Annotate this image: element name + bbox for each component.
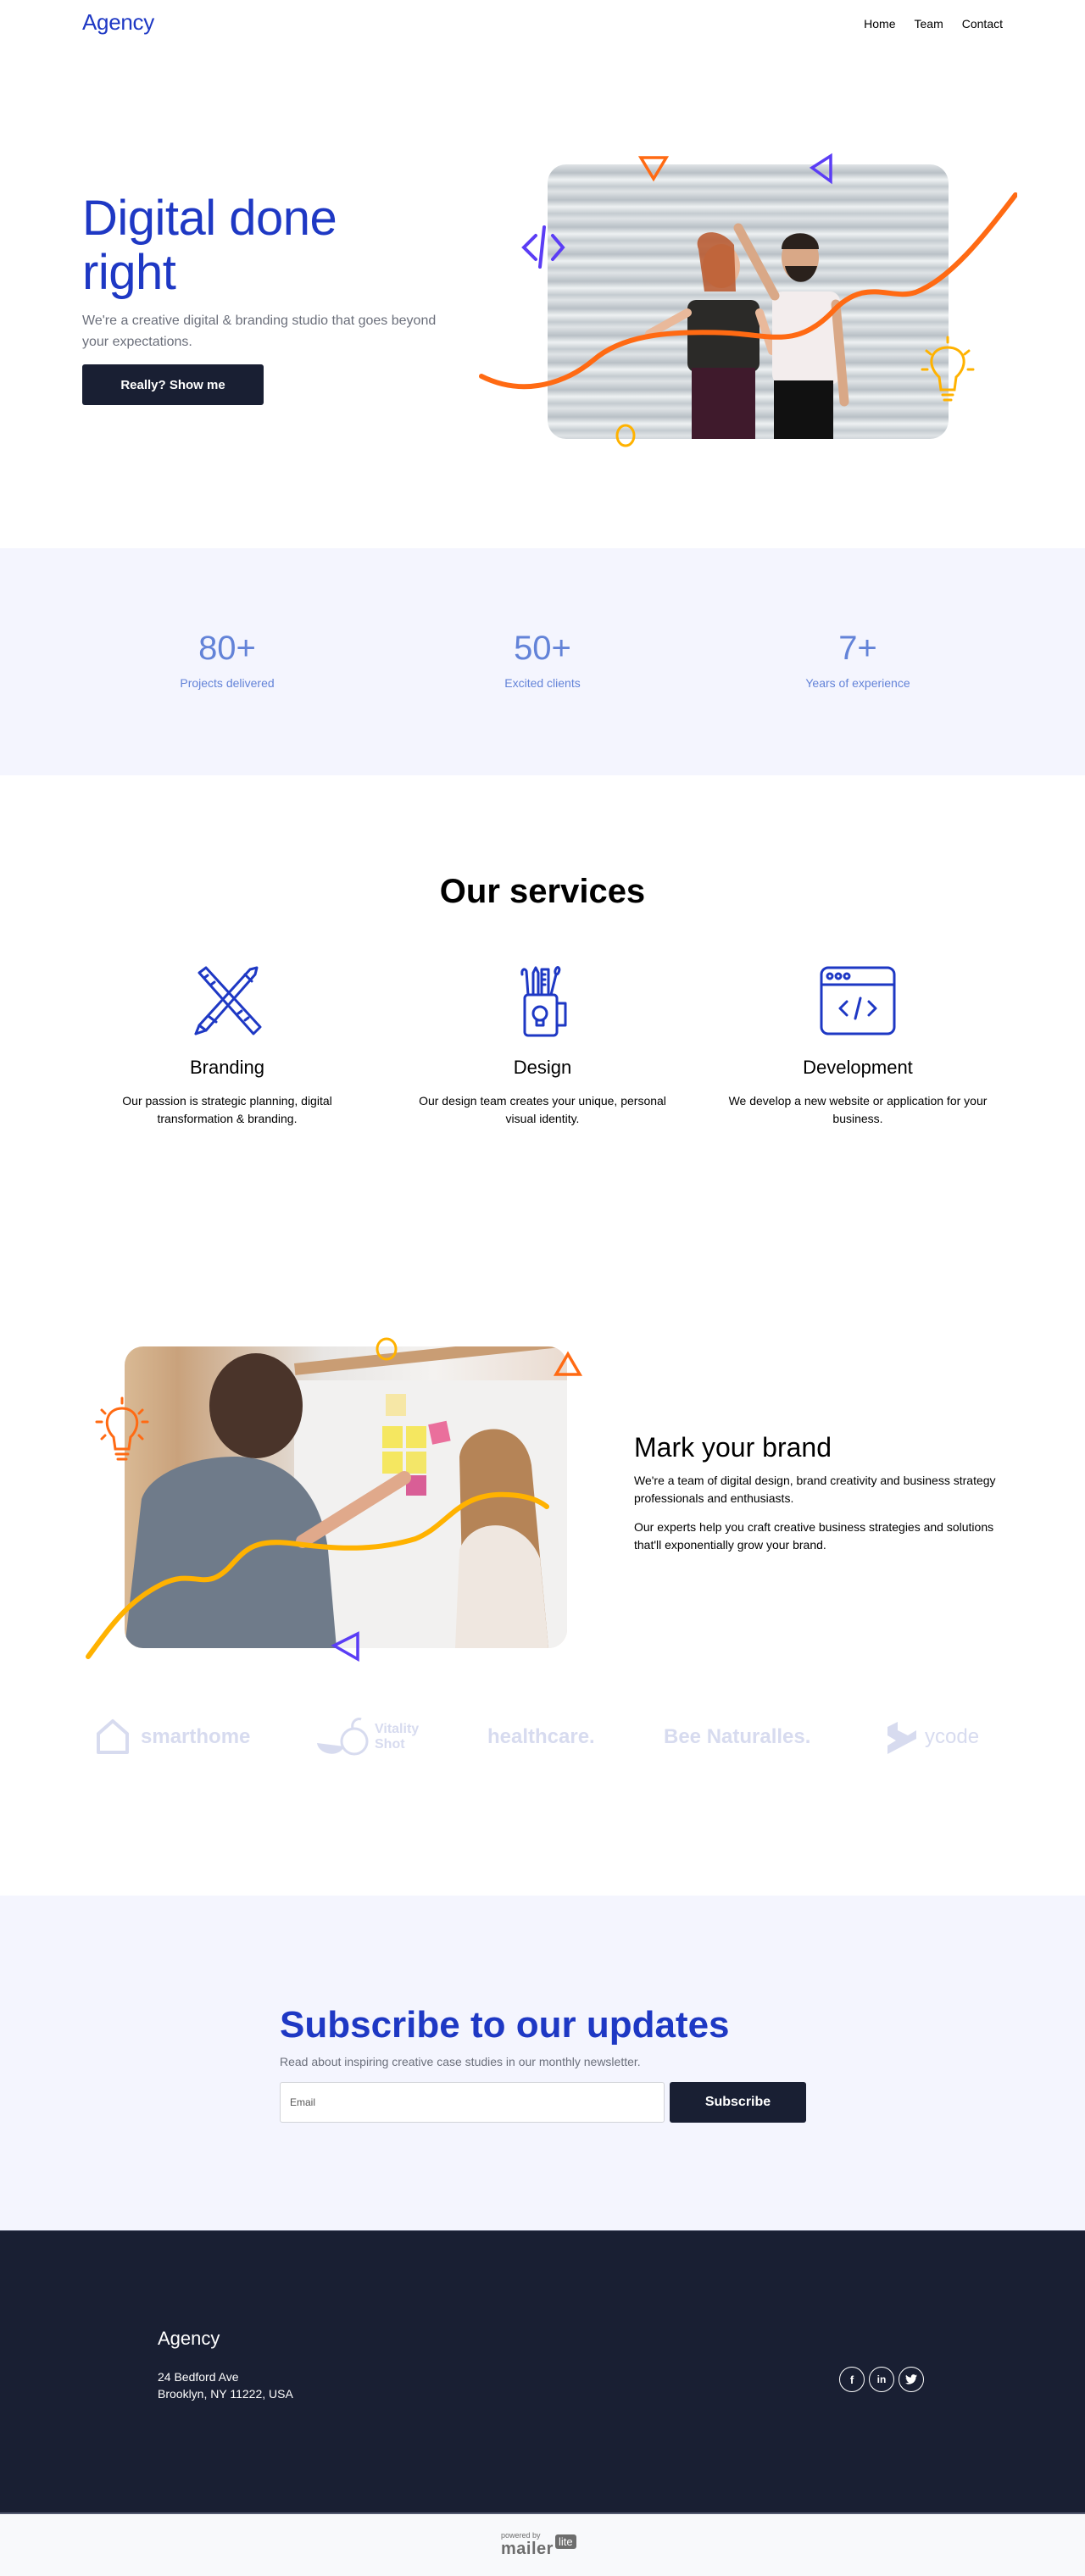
mailer-text: mailer [501, 2540, 554, 2558]
orange-triangle [553, 1351, 583, 1376]
ycode-mark-icon [887, 1722, 916, 1754]
social-links: f in [839, 2367, 924, 2392]
service-title: Branding [189, 1057, 265, 1078]
twitter-icon[interactable] [899, 2367, 924, 2392]
yellow-circle [615, 424, 636, 447]
stat-experience: 7+ Years of experience [731, 629, 985, 690]
yellow-circle [376, 1337, 398, 1361]
linkedin-icon[interactable]: in [869, 2367, 894, 2392]
brand-title: Mark your brand [634, 1432, 832, 1463]
client-logo-text: ycode [925, 1725, 980, 1748]
footer-address: 24 Bedford Ave Brooklyn, NY 11222, USA [158, 2368, 293, 2402]
service-title: Design [513, 1057, 572, 1078]
client-logo-text: healthcare. [487, 1725, 595, 1748]
hero-title-line2: right [82, 245, 176, 300]
hero-subtitle: We're a creative digital & branding stud… [82, 314, 437, 349]
stat-projects: 80+ Projects delivered [100, 629, 354, 690]
brand-illustration [76, 1322, 619, 1678]
client-logos: smarthome Vitality Shot healthcare. Bee … [82, 1712, 1003, 1763]
client-logo-text: Vitality Shot [375, 1722, 419, 1752]
site-header: Agency Home Team Contact [0, 0, 1085, 47]
brand-decorations [86, 1337, 583, 1663]
stat-label: Years of experience [805, 676, 910, 690]
client-logo-text: smarthome [141, 1725, 251, 1748]
client-logo-ycode: ycode [886, 1712, 979, 1763]
browser-code-icon [820, 966, 896, 1035]
show-me-button[interactable]: Really? Show me [82, 364, 264, 405]
subscribe-button[interactable]: Subscribe [670, 2082, 806, 2123]
mailerlite-badge[interactable]: powered by mailer lite [501, 2531, 576, 2559]
nav-team[interactable]: Team [915, 17, 943, 31]
yellow-wave [86, 1491, 549, 1659]
stat-value: 50+ [514, 630, 571, 667]
service-text: Our passion is strategic planning, digit… [122, 1094, 332, 1125]
footer-logo: Agency [158, 2328, 220, 2349]
purple-triangle [331, 1631, 359, 1663]
subscribe-title: Subscribe to our updates [280, 2004, 730, 2046]
client-logo-smarthome: smarthome [95, 1712, 250, 1763]
twitter-bird-glyph [905, 2374, 917, 2384]
brand-paragraph-1: We're a team of digital design, brand cr… [634, 1474, 996, 1505]
client-logo-text: Bee Naturalles. [664, 1725, 811, 1748]
stats-band: 80+ Projects delivered 50+ Excited clien… [0, 548, 1085, 775]
client-logo-text-line1: Vitality [375, 1722, 420, 1736]
lightbulb-icon [921, 336, 975, 402]
service-text: We develop a new website or application … [728, 1094, 988, 1125]
powered-by-bar: powered by mailer lite [0, 2512, 1085, 2576]
stat-clients: 50+ Excited clients [415, 629, 670, 690]
client-logo-healthcare: healthcare. [487, 1712, 595, 1763]
hero-decorations [479, 153, 1017, 447]
site-footer: Agency 24 Bedford Ave Brooklyn, NY 11222… [0, 2230, 1085, 2512]
ruler-pencil-icon [194, 966, 262, 1035]
orange-wave [479, 192, 1017, 390]
nav-home[interactable]: Home [864, 17, 895, 31]
stat-label: Excited clients [504, 676, 581, 690]
hero-title: Digital done right [82, 192, 472, 300]
client-logo-vitality-shot: Vitality Shot [315, 1712, 419, 1763]
stat-label: Projects delivered [180, 676, 275, 690]
service-design: Design Our design team creates your uniq… [398, 966, 687, 1128]
pencil-cup-icon [520, 966, 567, 1037]
client-logo-bee-naturalles: Bee Naturalles. [664, 1712, 810, 1763]
orange-triangle [637, 156, 670, 182]
subscribe-section: Subscribe to our updates Read about insp… [0, 1896, 1085, 2230]
email-input[interactable] [280, 2082, 665, 2123]
service-development: Development We develop a new website or … [714, 966, 1002, 1128]
stat-value: 7+ [838, 630, 877, 667]
brand-paragraph-2: Our experts help you craft creative busi… [634, 1520, 994, 1552]
facebook-icon[interactable]: f [839, 2367, 865, 2392]
site-logo[interactable]: Agency [82, 9, 154, 36]
client-logo-text-line2: Shot [375, 1737, 405, 1752]
fruit-icon [317, 1718, 369, 1756]
services-title: Our services [439, 873, 646, 910]
address-line-1: 24 Bedford Ave [158, 2370, 239, 2384]
service-title: Development [803, 1057, 913, 1078]
address-line-2: Brooklyn, NY 11222, USA [158, 2387, 293, 2401]
code-icon [521, 225, 565, 269]
hero-title-line1: Digital done [82, 191, 337, 246]
main-nav: Home Team Contact [864, 17, 1003, 31]
subscribe-text: Read about inspiring creative case studi… [280, 2055, 641, 2068]
purple-triangle [809, 153, 832, 185]
service-branding: Branding Our passion is strategic planni… [83, 966, 371, 1128]
house-icon [97, 1719, 129, 1754]
hero-illustration [475, 136, 1017, 458]
service-text: Our design team creates your unique, per… [419, 1094, 666, 1125]
nav-contact[interactable]: Contact [962, 17, 1003, 31]
lightbulb-icon [95, 1396, 149, 1461]
lite-badge: lite [554, 2534, 576, 2549]
stat-value: 80+ [198, 630, 256, 667]
